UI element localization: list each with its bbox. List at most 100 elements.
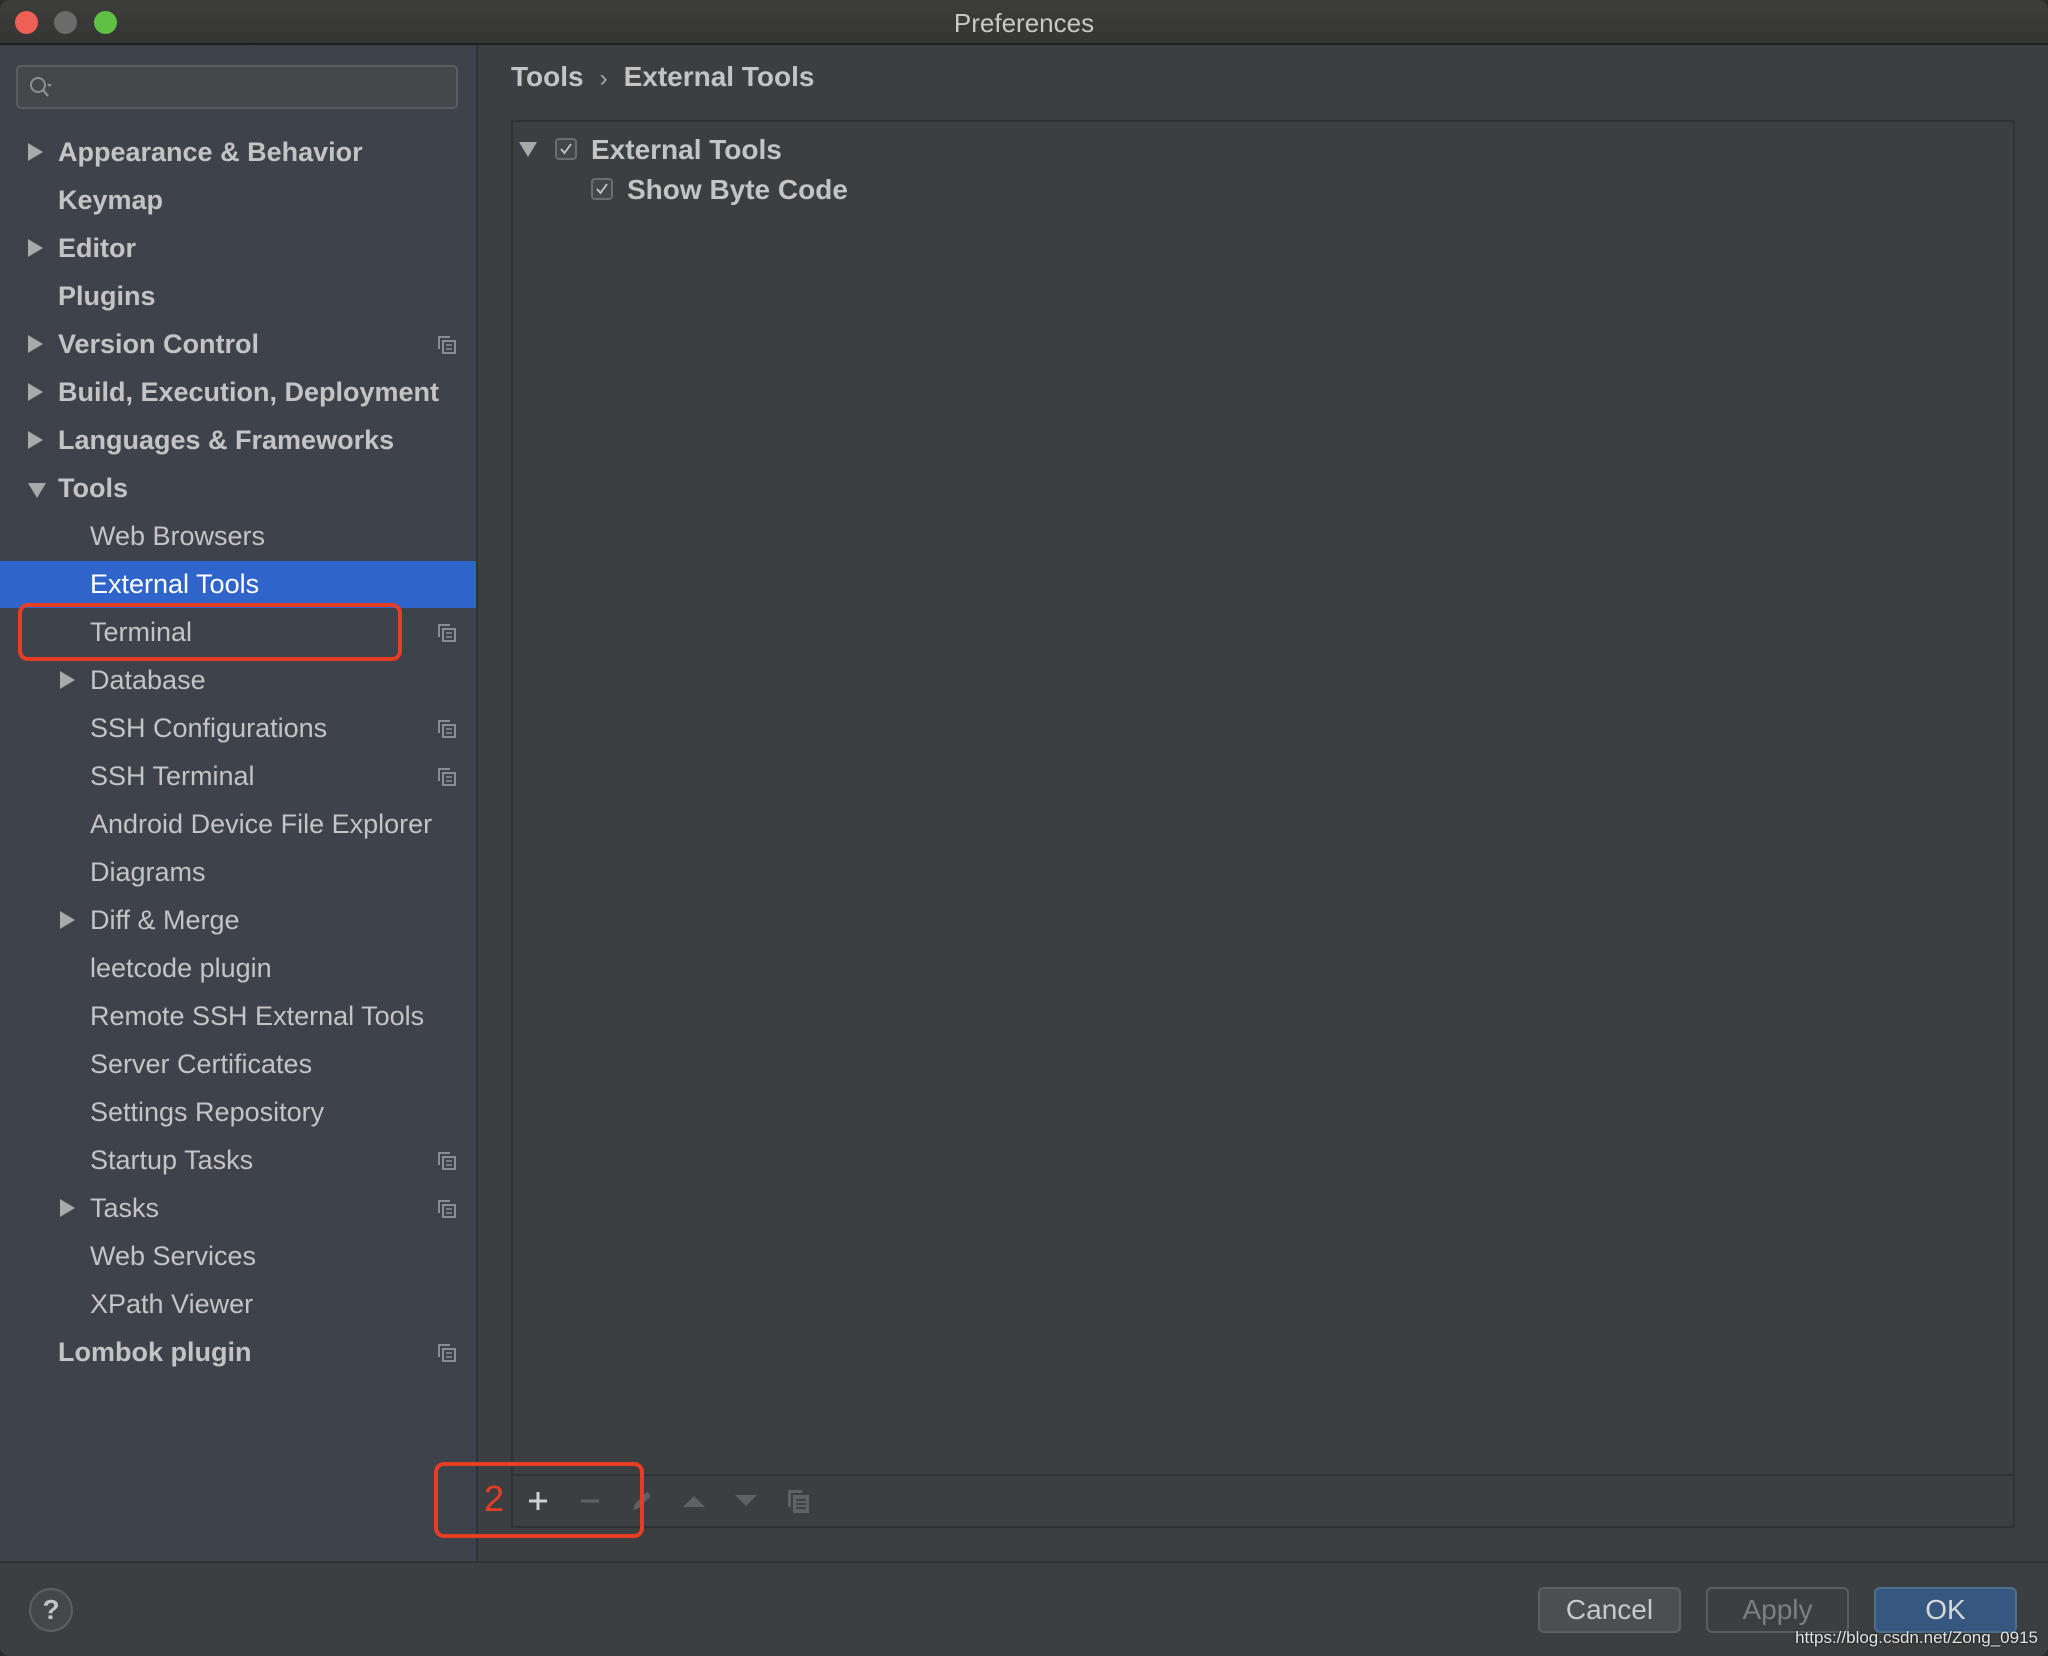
sidebar-item-diagrams[interactable]: Diagrams xyxy=(0,849,476,896)
tree-group-label: External Tools xyxy=(591,134,782,165)
annotation-box-1 xyxy=(18,603,402,661)
sidebar-item-xpath-viewer[interactable]: XPath Viewer xyxy=(0,1281,476,1328)
sidebar-item-keymap[interactable]: Keymap xyxy=(0,177,476,224)
sidebar-item-label: Languages & Frameworks xyxy=(58,425,395,455)
settings-content: Tools›External Tools 1 External Tools Sh… xyxy=(478,45,2048,1561)
settings-search-input[interactable] xyxy=(16,65,458,109)
sidebar-item-editor[interactable]: Editor xyxy=(0,225,476,272)
sidebar-item-ssh-terminal[interactable]: SSH Terminal xyxy=(0,753,476,800)
sidebar-item-database[interactable]: Database xyxy=(0,657,476,704)
ok-button[interactable]: OK xyxy=(1874,1587,2017,1633)
project-level-icon xyxy=(438,624,456,642)
help-button[interactable]: ? xyxy=(29,1588,73,1632)
project-level-icon xyxy=(438,336,456,354)
sidebar-item-version-control[interactable]: Version Control xyxy=(0,321,476,368)
settings-sidebar: Appearance & Behavior Keymap Editor Plugins… xyxy=(0,45,478,1561)
sidebar-item-label: Android Device File Explorer xyxy=(90,809,433,839)
expanded-arrow-icon[interactable] xyxy=(28,483,46,498)
sidebar-item-label: Version Control xyxy=(58,329,260,359)
title-bar: Preferences xyxy=(0,0,2048,45)
external-tools-checkbox[interactable] xyxy=(555,138,577,160)
dialog-footer: ? Cancel Apply OK xyxy=(0,1561,2048,1656)
sidebar-item-label: Appearance & Behavior xyxy=(58,137,363,167)
sidebar-item-label: SSH Terminal xyxy=(90,761,255,791)
sidebar-item-label: Plugins xyxy=(58,281,156,311)
collapsed-arrow-icon[interactable] xyxy=(60,1199,75,1217)
sidebar-item-leetcode-plugin[interactable]: leetcode plugin xyxy=(0,945,476,992)
sidebar-item-label: Settings Repository xyxy=(90,1097,325,1127)
sidebar-item-settings-repository[interactable]: Settings Repository xyxy=(0,1089,476,1136)
project-level-icon xyxy=(438,1200,456,1218)
apply-button[interactable]: Apply xyxy=(1706,1587,1849,1633)
sidebar-item-lombok-plugin[interactable]: Lombok plugin xyxy=(0,1329,476,1376)
sidebar-item-ssh-configurations[interactable]: SSH Configurations xyxy=(0,705,476,752)
sidebar-item-label: Lombok plugin xyxy=(58,1337,252,1367)
tree-toolbar xyxy=(513,1474,2013,1526)
tree-item-label: Show Byte Code xyxy=(627,174,848,205)
copy-icon xyxy=(788,1490,809,1513)
collapsed-arrow-icon[interactable] xyxy=(28,143,43,161)
collapsed-arrow-icon[interactable] xyxy=(28,431,43,449)
sidebar-item-label: Tools xyxy=(58,473,128,503)
sidebar-item-remote-ssh-external-tools[interactable]: Remote SSH External Tools xyxy=(0,993,476,1040)
move-down-button[interactable] xyxy=(731,1486,761,1516)
sidebar-item-label: Editor xyxy=(58,233,136,263)
expand-arrow-icon[interactable] xyxy=(519,142,537,157)
annotation-box-2 xyxy=(434,1462,644,1538)
sidebar-item-label: Keymap xyxy=(58,185,164,215)
breadcrumb-separator: › xyxy=(599,65,608,92)
sidebar-item-web-services[interactable]: Web Services xyxy=(0,1233,476,1280)
sidebar-item-label: Database xyxy=(90,665,206,695)
breadcrumb-current: External Tools xyxy=(623,61,815,92)
sidebar-item-label: Server Certificates xyxy=(90,1049,313,1079)
checkmark-icon xyxy=(596,183,608,195)
watermark: https://blog.csdn.net/Zong_0915 xyxy=(1795,1628,2038,1647)
collapsed-arrow-icon[interactable] xyxy=(60,911,75,929)
collapsed-arrow-icon[interactable] xyxy=(28,239,43,257)
project-level-icon xyxy=(438,768,456,786)
sidebar-item-plugins[interactable]: Plugins xyxy=(0,273,476,320)
project-level-icon xyxy=(438,1344,456,1362)
arrow-down-icon xyxy=(735,1495,757,1506)
annotation-number-2: 2 xyxy=(484,1478,505,1519)
window-title: Preferences xyxy=(953,8,1095,38)
collapsed-arrow-icon[interactable] xyxy=(28,335,43,353)
breadcrumb: Tools › External Tools xyxy=(511,61,814,93)
collapsed-arrow-icon[interactable] xyxy=(60,671,75,689)
sidebar-item-external-tools[interactable]: External Tools xyxy=(0,561,476,608)
show-byte-code-checkbox[interactable] xyxy=(591,178,613,200)
tree-group-external-tools[interactable]: External Tools xyxy=(513,130,1113,170)
sidebar-item-label: Diff & Merge xyxy=(90,905,240,935)
checkmark-icon xyxy=(560,143,572,155)
sidebar-item-web-browsers[interactable]: Web Browsers xyxy=(0,513,476,560)
sidebar-item-label: SSH Configurations xyxy=(90,713,328,743)
sidebar-item-label: Tasks xyxy=(90,1193,160,1223)
copy-tool-button[interactable] xyxy=(783,1486,813,1516)
sidebar-item-label: Startup Tasks xyxy=(90,1145,254,1175)
sidebar-item-label: Diagrams xyxy=(90,857,206,887)
sidebar-item-appearance-behavior[interactable]: Appearance & Behavior xyxy=(0,129,476,176)
sidebar-item-server-certificates[interactable]: Server Certificates xyxy=(0,1041,476,1088)
breadcrumb-parent[interactable]: Tools xyxy=(511,61,584,92)
sidebar-item-label: External Tools xyxy=(90,569,260,599)
sidebar-item-tasks[interactable]: Tasks xyxy=(0,1185,476,1232)
arrow-up-icon xyxy=(683,1496,705,1507)
project-level-icon xyxy=(438,1152,456,1170)
sidebar-item-android-device-file-explorer[interactable]: Android Device File Explorer xyxy=(0,801,476,848)
external-tools-tree: External Tools Show Byte Code xyxy=(511,120,2015,1528)
sidebar-item-build-execution-deployment[interactable]: Build, Execution, Deployment xyxy=(0,369,476,416)
collapsed-arrow-icon[interactable] xyxy=(28,383,43,401)
sidebar-item-languages-frameworks[interactable]: Languages & Frameworks xyxy=(0,417,476,464)
sidebar-item-diff-merge[interactable]: Diff & Merge xyxy=(0,897,476,944)
sidebar-item-label: Remote SSH External Tools xyxy=(90,1001,425,1031)
sidebar-item-startup-tasks[interactable]: Startup Tasks xyxy=(0,1137,476,1184)
cancel-button[interactable]: Cancel xyxy=(1538,1587,1681,1633)
sidebar-item-label: XPath Viewer xyxy=(90,1289,254,1319)
tree-item-show-byte-code[interactable]: Show Byte Code xyxy=(513,170,1113,210)
move-up-button[interactable] xyxy=(679,1486,709,1516)
sidebar-item-label: Web Services xyxy=(90,1241,257,1271)
sidebar-item-label: Build, Execution, Deployment xyxy=(58,377,440,407)
sidebar-item-label: Web Browsers xyxy=(90,521,266,551)
search-icon xyxy=(30,77,52,97)
sidebar-item-tools[interactable]: Tools xyxy=(0,465,476,512)
